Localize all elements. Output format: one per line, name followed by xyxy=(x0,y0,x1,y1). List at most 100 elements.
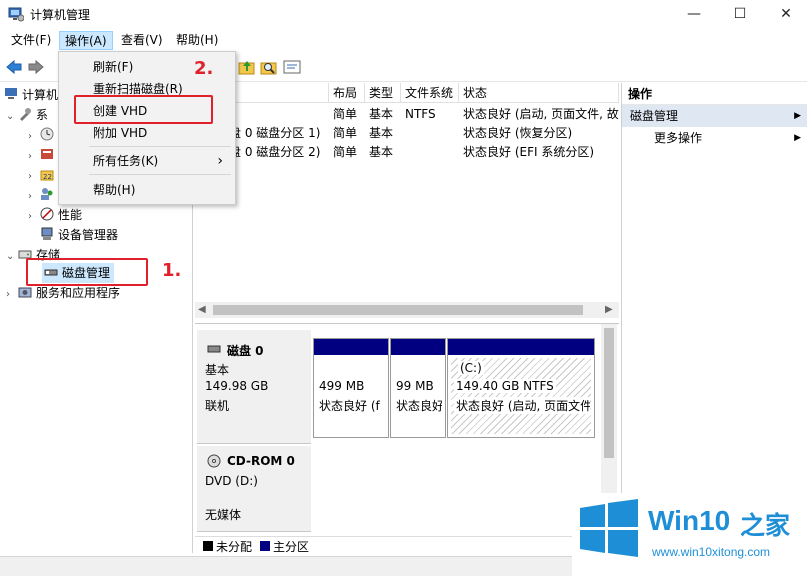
legend-bar: 未分配 主分区 xyxy=(195,536,601,554)
partition-status: 状态良好 (f xyxy=(319,399,380,413)
users-icon xyxy=(41,188,53,200)
maximize-button[interactable]: ☐ xyxy=(717,0,763,28)
watermark-brand-win: Win10 xyxy=(648,505,731,536)
tree-item-performance[interactable]: › 性能 xyxy=(28,205,82,225)
tree-label-performance: 性能 xyxy=(58,208,83,222)
cell-status: 状态良好 (恢复分区) xyxy=(463,126,573,140)
windows-logo-icon xyxy=(580,499,638,557)
minimize-button[interactable]: — xyxy=(671,0,717,28)
collapse-arrow-icon[interactable]: ▶ xyxy=(794,105,801,127)
tree-label-root: 计算机 xyxy=(22,88,59,102)
chevron-right-icon[interactable]: › xyxy=(28,187,40,207)
chevron-right-icon[interactable]: › xyxy=(28,147,40,167)
tree-item-services-applications[interactable]: › 服务和应用程序 xyxy=(6,283,120,303)
scroll-thumb[interactable] xyxy=(604,328,614,458)
cdrom-name: CD-ROM 0 xyxy=(227,454,295,468)
cell-type: 基本 xyxy=(369,145,394,159)
legend-unallocated-label: 未分配 xyxy=(216,540,253,554)
menu-item-all-tasks-label: 所有任务(K) xyxy=(93,154,159,168)
menu-action[interactable]: 操作(A) xyxy=(59,31,113,50)
column-header-layout[interactable]: 布局 xyxy=(329,83,365,103)
cell-type: 基本 xyxy=(369,107,394,121)
tree-item-device-manager[interactable]: 设备管理器 xyxy=(40,225,118,245)
back-arrow-icon[interactable] xyxy=(5,58,23,76)
chevron-right-icon[interactable]: › xyxy=(28,167,40,187)
partition-status: 状态良好 xyxy=(396,399,442,413)
scroll-thumb[interactable] xyxy=(213,305,583,315)
menu-file[interactable]: 文件(F) xyxy=(6,31,56,50)
chevron-right-icon[interactable]: › xyxy=(28,207,40,227)
tree-item-computer-management[interactable]: 计算机 xyxy=(4,85,58,105)
column-header-status[interactable]: 状态 xyxy=(459,83,619,103)
cell-layout: 简单 xyxy=(333,145,358,159)
cell-layout: 简单 xyxy=(333,126,358,140)
tree-item-local-users[interactable]: › xyxy=(28,185,58,205)
actions-header: 操作 xyxy=(622,83,807,105)
column-header-filesystem[interactable]: 文件系统 xyxy=(401,83,459,103)
annotation-box-create-vhd xyxy=(74,95,213,124)
tree-item-event-viewer[interactable]: › xyxy=(28,145,58,165)
menu-help[interactable]: 帮助(H) xyxy=(171,31,223,50)
partition-recovery[interactable]: 499 MB 状态良好 (f xyxy=(313,338,389,438)
svg-text:22: 22 xyxy=(43,173,52,181)
actions-section-label: 磁盘管理 xyxy=(630,109,679,123)
services-icon xyxy=(18,287,32,298)
cell-layout: 简单 xyxy=(333,107,358,121)
chevron-right-icon[interactable]: › xyxy=(28,127,40,147)
more-actions-item[interactable]: 更多操作 ▶ xyxy=(622,127,807,149)
chevron-down-icon[interactable]: ⌄ xyxy=(6,107,18,127)
expand-arrow-icon[interactable]: ▶ xyxy=(794,127,801,149)
tree-item-system-tools[interactable]: ⌄ 系 xyxy=(6,105,48,125)
table-row[interactable]: 盘 0 磁盘分区 1) 简单 基本 状态良好 (恢复分区) xyxy=(195,124,619,143)
tree-item-shared-folders[interactable]: › 22 xyxy=(28,165,58,185)
clock-icon xyxy=(40,127,54,141)
chevron-down-icon[interactable]: ⌄ xyxy=(6,247,18,267)
menu-item-all-tasks[interactable]: 所有任务(K) › xyxy=(61,150,233,172)
cd-icon xyxy=(207,454,221,468)
watermark-brand-zh: 之家 xyxy=(740,511,791,540)
cell-volume: ) xyxy=(229,105,329,124)
computer-management-icon xyxy=(8,7,24,22)
scroll-left-icon[interactable]: ◀ xyxy=(198,304,206,315)
forward-arrow-icon[interactable] xyxy=(27,58,45,76)
tree-label-system: 系 xyxy=(36,108,49,122)
scroll-right-icon[interactable]: ▶ xyxy=(605,304,613,315)
disk-0-size: 149.98 GB xyxy=(205,379,269,393)
chevron-right-icon[interactable]: › xyxy=(6,285,18,305)
watermark: Win10 之家 www.win10xitong.com xyxy=(572,493,807,576)
column-header-type[interactable]: 类型 xyxy=(365,83,401,103)
cell-volume: 盘 0 磁盘分区 1) xyxy=(229,126,321,140)
partition-size: 499 MB xyxy=(319,379,365,393)
cdrom-media: 无媒体 xyxy=(205,508,242,522)
tree-item-task-scheduler[interactable]: › xyxy=(28,125,58,145)
performance-icon xyxy=(40,207,54,221)
annotation-step-1: 1. xyxy=(162,260,182,281)
menu-item-attach-vhd[interactable]: 附加 VHD xyxy=(61,122,233,144)
title-bar: 计算机管理 — ☐ ✕ xyxy=(0,0,807,28)
tree-label-device-manager: 设备管理器 xyxy=(58,228,119,242)
legend-primary-swatch xyxy=(260,541,270,551)
close-button[interactable]: ✕ xyxy=(763,0,807,28)
cdrom-0-info[interactable]: CD-ROM 0 DVD (D:) 无媒体 xyxy=(197,446,311,532)
primary-partition-bar xyxy=(448,339,594,355)
table-row[interactable]: ) 简单 基本 NTFS 状态良好 (启动, 页面文件, 故 xyxy=(195,105,619,124)
event-viewer-icon xyxy=(41,149,53,159)
disk-graphical-view: 磁盘 0 基本 149.98 GB 联机 499 MB 状态良好 (f 99 M… xyxy=(195,323,619,554)
search-folder-icon[interactable] xyxy=(260,58,278,76)
partition-c-drive[interactable]: (C:) 149.40 GB NTFS 状态良好 (启动, 页面文件 xyxy=(447,338,595,438)
menu-item-help[interactable]: 帮助(H) xyxy=(61,179,233,201)
horizontal-scrollbar[interactable]: ◀ ▶ xyxy=(195,302,619,318)
properties-icon[interactable] xyxy=(283,58,301,76)
up-folder-icon[interactable] xyxy=(238,58,256,76)
actions-section-disk-management[interactable]: 磁盘管理 ▶ xyxy=(622,105,807,127)
table-row[interactable]: 盘 0 磁盘分区 2) 简单 基本 状态良好 (EFI 系统分区) xyxy=(195,143,619,162)
menu-view[interactable]: 查看(V) xyxy=(116,31,168,50)
cell-status: 状态良好 (EFI 系统分区) xyxy=(463,145,595,159)
cell-type: 基本 xyxy=(369,126,394,140)
annotation-step-2: 2. xyxy=(194,58,214,79)
disk-0-info[interactable]: 磁盘 0 基本 149.98 GB 联机 xyxy=(197,330,311,444)
partition-efi[interactable]: 99 MB 状态良好 xyxy=(390,338,446,438)
legend-primary-label: 主分区 xyxy=(273,540,310,554)
submenu-arrow-icon: › xyxy=(217,153,223,169)
cdrom-drive: DVD (D:) xyxy=(205,474,258,488)
